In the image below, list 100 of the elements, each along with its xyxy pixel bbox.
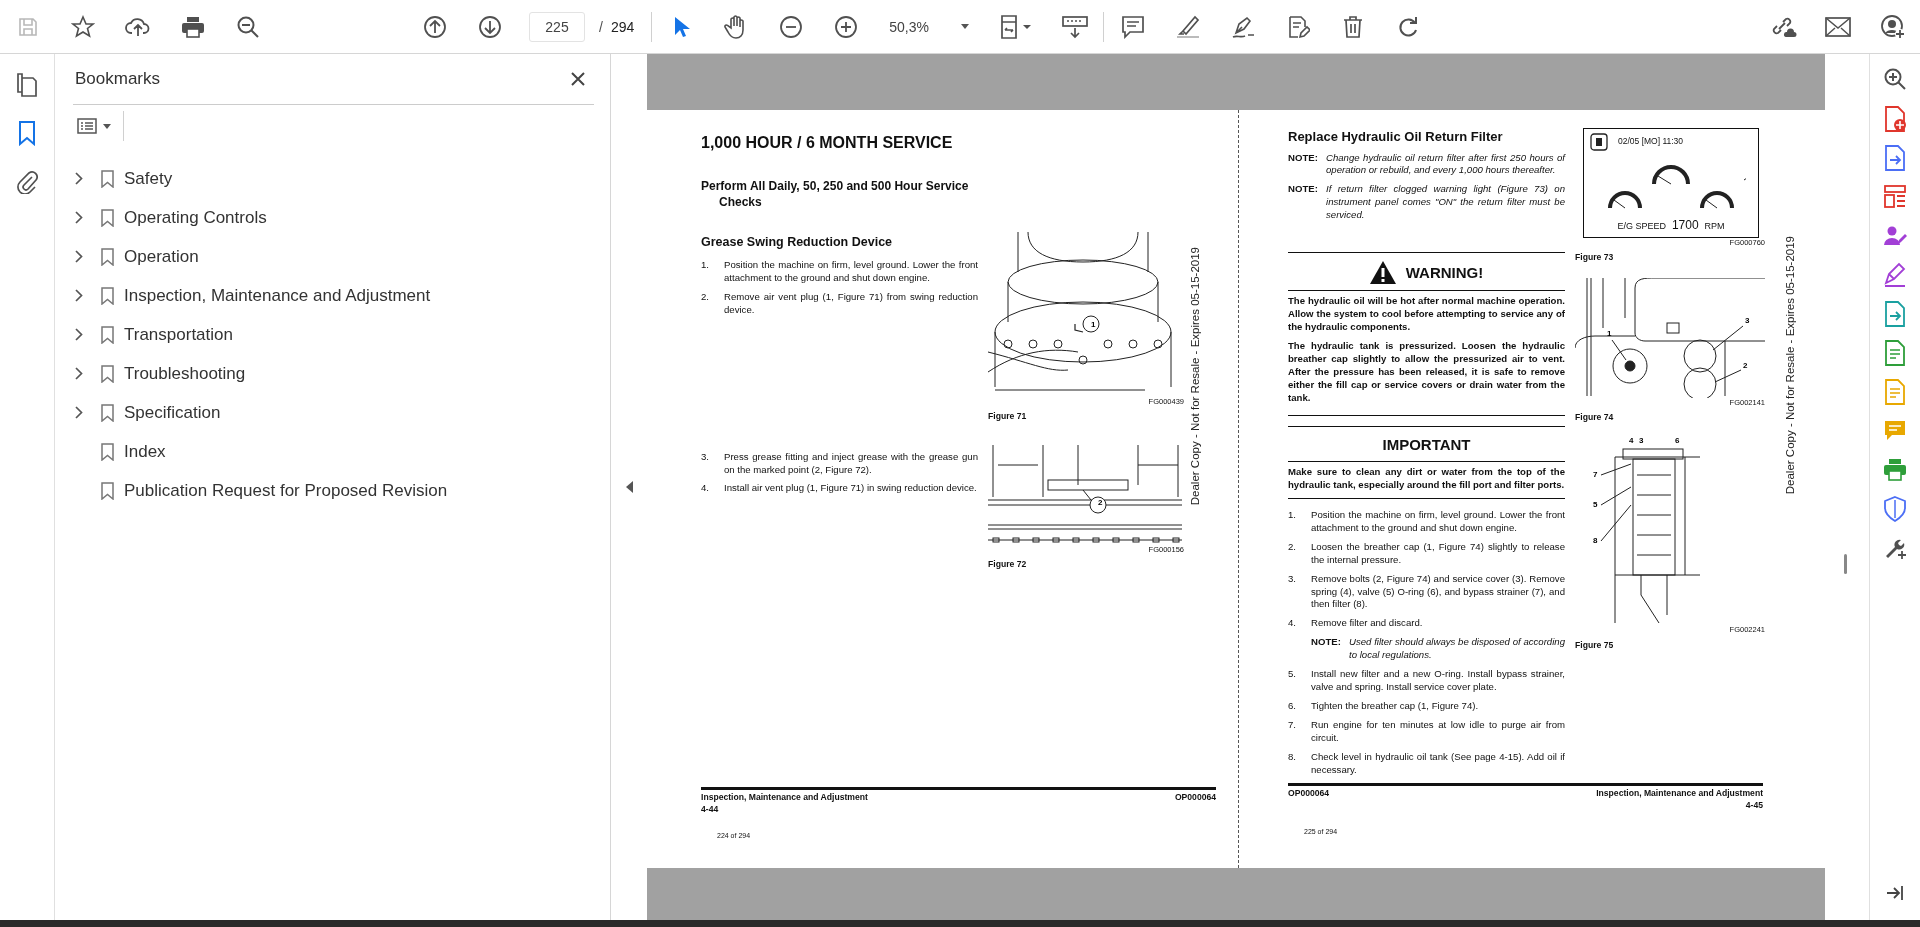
zoom-dropdown[interactable]: 50,3% [879, 12, 980, 41]
collapse-panel-icon[interactable] [625, 481, 633, 493]
list-options-icon[interactable] [77, 118, 97, 134]
chevron-right-icon[interactable] [75, 172, 83, 185]
bookmark-item[interactable]: Operating Controls [124, 207, 267, 228]
bookmark-item[interactable]: Publication Request for Proposed Revision [124, 480, 448, 501]
chevron-right-icon[interactable] [75, 250, 83, 263]
step-number: 3. [701, 450, 710, 464]
step-number: 1. [1288, 508, 1297, 522]
step-number: 5. [1288, 668, 1297, 682]
note-text: If return filter clogged warning light (Figure 73) on instrument panel comes "ON" the return filter must be serviced. [1326, 183, 1565, 223]
chevron-right-icon[interactable] [75, 328, 83, 341]
step-number: 4. [1288, 617, 1297, 631]
chevron-right-icon[interactable] [75, 211, 83, 224]
chevron-right-icon[interactable] [75, 367, 83, 380]
step-text: Remove filter and discard. [1311, 617, 1423, 631]
warning-text: The hydraulic oil will be hot after normal machine operation. Allow the system to cool before attempting to service any of the hydraulic components. [1288, 295, 1565, 335]
page-separator: / [599, 18, 603, 35]
side-note-text: Dealer Copy - Not for Resale - Expires 05-15-2019 [1188, 247, 1202, 506]
footer-page-number: 4-45 [1745, 799, 1763, 812]
footer-page-number: 4-44 [701, 803, 720, 816]
step-number: 8. [1288, 750, 1297, 764]
bookmark-icon [101, 247, 114, 266]
date-time-readout: 02/05 [MO] 11:30 [1618, 136, 1684, 148]
bookmark-icon [101, 286, 114, 305]
important-title: IMPORTANT [1288, 426, 1565, 462]
callout-number: 4 [1629, 436, 1634, 446]
bookmark-icon [101, 208, 114, 227]
speed-label: E/G SPEED [1617, 219, 1666, 232]
step-number: 7. [1288, 719, 1297, 733]
note-label: NOTE: [1288, 151, 1319, 165]
caret-icon[interactable] [961, 24, 970, 29]
note-text: Used filter should always be disposed of according to local regulations. [1349, 636, 1565, 663]
step-number: 1. [701, 258, 710, 272]
figure-caption: Figure 71 [988, 411, 1028, 423]
section-heading: Perform All Daily, 50, 250 and 500 Hour Service Checks [701, 177, 970, 210]
step-text: Position the machine on firm, level ground. Lower the front attachment to the ground and shut down engine. [724, 258, 978, 285]
subsection-heading: Grease Swing Reduction Device [701, 233, 894, 251]
footer-code: OP000064 [1288, 788, 1330, 800]
page-number-field[interactable]: 225 [529, 11, 585, 42]
footer-code: OP000064 [1174, 792, 1216, 804]
section-heading: Replace Hydraulic Oil Return Filter [1288, 128, 1504, 146]
step-number: 4. [701, 482, 710, 496]
callout-number: 2 [1743, 360, 1748, 370]
scrollbar-thumb[interactable] [1844, 554, 1847, 574]
callout-number: 8 [1593, 536, 1598, 546]
step-text: Install new filter and a new O-ring. Install bypass strainer, valve and spring. Install service cover plate. [1311, 668, 1565, 695]
step-text: Remove bolts (2, Figure 74) and service cover (3). Remove spring (4), valve (5) O-ring (6), and bypass strainer (7), and then filter (8). [1311, 572, 1565, 612]
figure-caption: Figure 73 [1575, 252, 1615, 264]
step-text: Run engine for ten minutes at low idle to purge air from circuit. [1311, 719, 1565, 745]
bookmark-item[interactable]: Safety [124, 168, 173, 189]
warning-title: WARNING! [1405, 262, 1484, 283]
callout-number: 3 [1639, 436, 1644, 446]
step-text: Install air vent plug (1, Figure 71) in swing reduction device. [724, 482, 977, 496]
bookmark-item[interactable]: Index [124, 441, 166, 462]
bookmark-icon [101, 325, 114, 344]
step-number: 2. [701, 290, 710, 304]
side-note-text: Dealer Copy - Not for Resale - Expires 05-15-2019 [1783, 236, 1797, 495]
footer-section: Inspection, Maintenance and Adjustment [701, 792, 868, 804]
callout-number: 2 [1098, 497, 1103, 507]
callout-number: 1 [1091, 320, 1096, 329]
page-heading: 1,000 HOUR / 6 MONTH SERVICE [701, 133, 954, 153]
note-text: Change hydraulic oil return filter after first 250 hours of operation or rebuild, and every 1,000 hours thereafter. [1326, 151, 1565, 178]
step-text: Check level in hydraulic oil tank (See page 4-15). Add oil if necessary. [1311, 750, 1565, 777]
callout-number: 7 [1593, 470, 1598, 480]
step-text: Press grease fitting and inject grease with the grease gun on the marked point (2, Figure 72). [724, 450, 978, 477]
bookmark-icon [101, 169, 114, 188]
figure-caption: Figure 75 [1575, 639, 1615, 652]
callout-number: 5 [1593, 500, 1598, 510]
step-text: Position the machine on firm, level ground. Lower the front attachment to the ground and shut down engine. [1311, 508, 1565, 535]
bookmark-item[interactable]: Transportation [124, 324, 233, 345]
callout-number: 6 [1675, 436, 1680, 446]
callout-number: 3 [1745, 315, 1750, 325]
bookmark-icon [101, 481, 114, 500]
callout-number: 1 [1607, 328, 1612, 338]
bookmark-icon [101, 403, 114, 422]
warning-icon [1369, 261, 1396, 285]
chevron-right-icon[interactable] [75, 289, 83, 302]
figure-caption: Figure 74 [1575, 411, 1615, 424]
bookmark-item[interactable]: Inspection, Maintenance and Adjustment [124, 285, 431, 306]
bookmark-item[interactable]: Operation [124, 246, 199, 267]
footer-section: Inspection, Maintenance and Adjustment [1596, 788, 1763, 800]
warning-text: The hydraulic tank is pressurized. Loosen the hydraulic breather cap slightly to allow the pressurized air to vent. After the pressure has been released, it is safe to remove either the fill cap or service covers or drain water from the tank. [1288, 340, 1565, 405]
caret-icon[interactable] [103, 123, 111, 129]
step-text: Tighten the breather cap (1, Figure 74). [1311, 700, 1479, 714]
important-text: Make sure to clean any dirt or water from the top of the hydraulic tank, especially around the fill port and filter ports. [1288, 466, 1565, 492]
chevron-right-icon[interactable] [75, 406, 83, 419]
bookmark-item[interactable]: Specification [124, 402, 221, 423]
figure-caption: Figure 72 [988, 558, 1028, 571]
step-number: 3. [1288, 572, 1297, 586]
speed-unit: RPM [1704, 219, 1725, 232]
bookmark-item[interactable]: Troubleshooting [124, 363, 246, 384]
machine-status-icon [1590, 133, 1608, 151]
step-text: Remove air vent plug (1, Figure 71) from swing reduction device. [724, 290, 978, 317]
panel-title: Bookmarks [75, 69, 161, 89]
bookmark-icon [101, 442, 114, 461]
note-label: NOTE: [1311, 636, 1342, 650]
step-number: 2. [1288, 540, 1297, 554]
step-number: 6. [1288, 700, 1297, 714]
step-text: Loosen the breather cap (1, Figure 74) slightly to release the internal pressure. [1311, 540, 1565, 567]
